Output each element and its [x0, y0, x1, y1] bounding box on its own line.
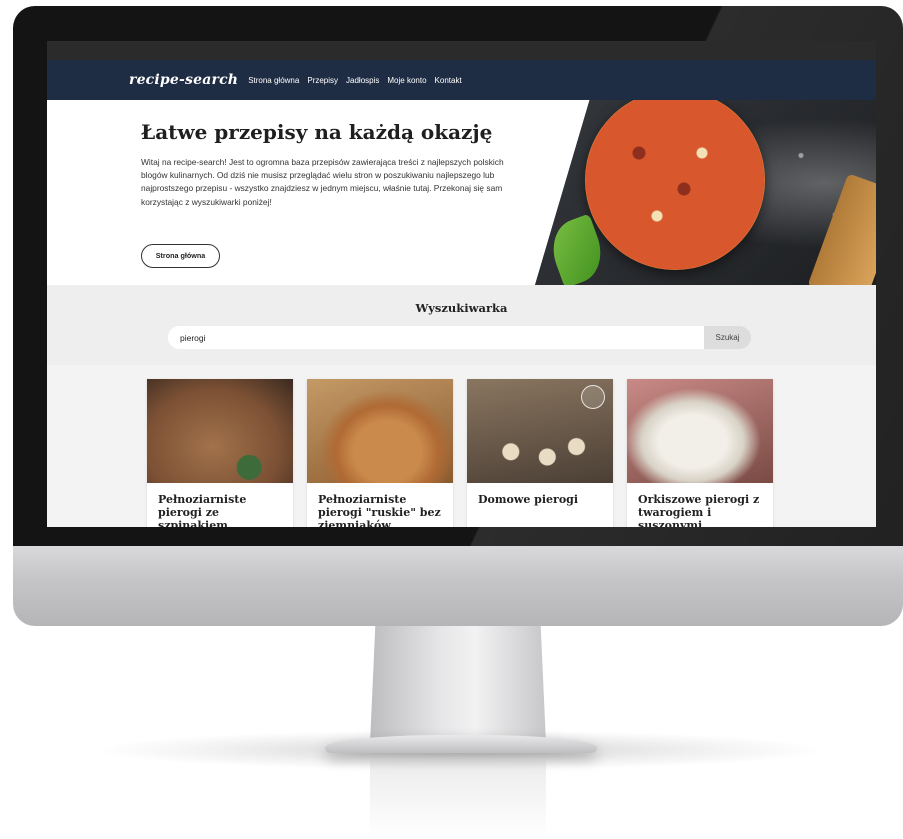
search-button[interactable]: Szukaj — [704, 326, 751, 349]
recipe-card[interactable]: Orkiszowe pierogi z twarogiem i suszonym… — [627, 379, 773, 527]
brand-logo[interactable]: recipe-search — [129, 72, 238, 88]
nav-link-meal-plan[interactable]: Jadłospis — [346, 76, 379, 85]
recipe-photo — [627, 379, 773, 483]
nav-link-recipes[interactable]: Przepisy — [307, 76, 338, 85]
recipe-photo — [147, 379, 293, 483]
recipe-photo — [307, 379, 453, 483]
hero-pizza-image — [535, 100, 876, 285]
monitor-chin — [13, 546, 903, 626]
nav-link-contact[interactable]: Kontakt — [435, 76, 462, 85]
recipe-title: Orkiszowe pierogi z twarogiem i suszonym… — [638, 493, 760, 527]
hero-section: Łatwe przepisy na każdą okazję Witaj na … — [47, 100, 876, 285]
recipe-photo — [467, 379, 613, 483]
navbar: recipe-search Strona główna Przepisy Jad… — [47, 60, 876, 100]
recipe-title: Pełnoziarniste pierogi "ruskie" bez ziem… — [318, 493, 441, 527]
recipe-card[interactable]: Domowe pierogi — [467, 379, 613, 527]
blog-badge-icon — [581, 385, 605, 409]
hero-title: Łatwe przepisy na każdą okazję — [141, 120, 493, 144]
search-input[interactable] — [168, 326, 704, 349]
search-section: Wyszukiwarka Szukaj — [47, 285, 876, 365]
results-grid: Pełnoziarniste pierogi ze szpinakiem Peł… — [47, 365, 876, 527]
search-form: Szukaj — [168, 326, 751, 349]
hero-description: Witaj na recipe-search! Jest to ogromna … — [141, 157, 504, 207]
monitor-screen: recipe-search Strona główna Przepisy Jad… — [47, 41, 876, 527]
hero-home-button[interactable]: Strona główna — [141, 244, 220, 268]
nav-link-account[interactable]: Moje konto — [387, 76, 426, 85]
search-title: Wyszukiwarka — [415, 301, 508, 315]
nav-link-home[interactable]: Strona główna — [248, 76, 299, 85]
recipe-card[interactable]: Pełnoziarniste pierogi "ruskie" bez ziem… — [307, 379, 453, 527]
monitor-stand-base — [325, 735, 597, 753]
recipe-title: Domowe pierogi — [478, 493, 579, 506]
stand-reflection — [370, 760, 546, 839]
monitor-stand-neck — [370, 626, 546, 744]
recipe-title: Pełnoziarniste pierogi ze szpinakiem — [158, 493, 247, 527]
recipe-card[interactable]: Pełnoziarniste pierogi ze szpinakiem — [147, 379, 293, 527]
screen-top-bar — [47, 41, 876, 60]
